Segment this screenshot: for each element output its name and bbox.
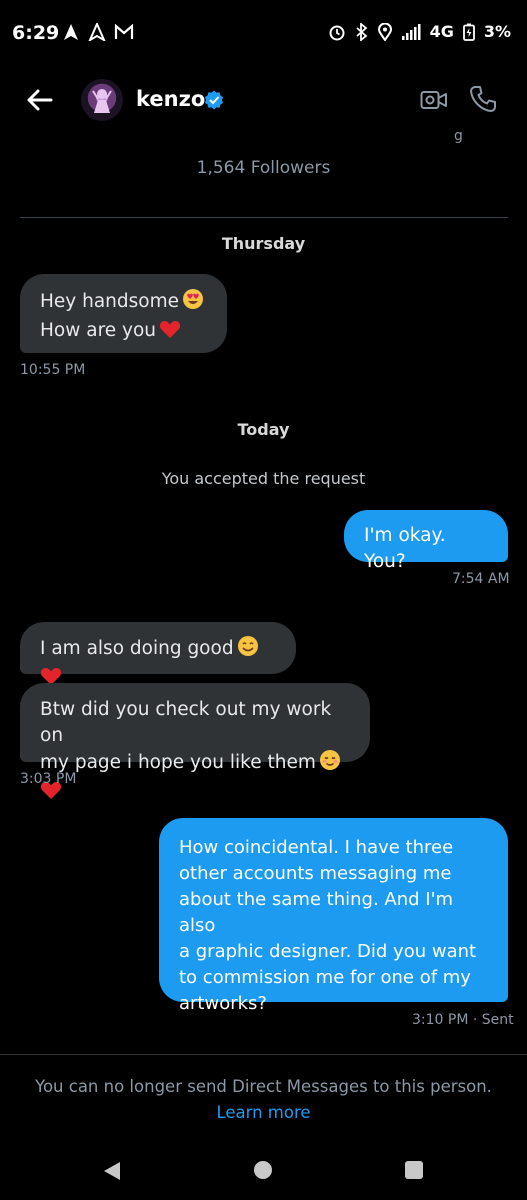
relieved-face-emoji-icon (319, 749, 341, 779)
message-text: I'm okay. You? (364, 525, 446, 572)
message-timestamp-sent: 3:10 PM · Sent (412, 1012, 514, 1028)
message-line: to commission me for one of my (179, 967, 471, 988)
status-right-icons: 4G 3% (328, 22, 511, 41)
message-line: How are you (40, 318, 207, 347)
bluetooth-icon (355, 22, 367, 41)
message-timestamp: 3:03 PM (20, 771, 77, 787)
navigation-arrow-icon (64, 24, 78, 40)
nav-home-icon[interactable] (254, 1161, 272, 1179)
nav-recents-icon[interactable] (405, 1161, 423, 1179)
message-timestamp: 10:55 PM (20, 362, 86, 378)
message-line: other accounts messaging me (179, 863, 452, 884)
location-icon (377, 22, 392, 41)
status-left-icons (62, 23, 134, 41)
avatar[interactable] (81, 79, 123, 121)
incoming-message[interactable]: I am also doing good (20, 622, 296, 685)
status-time: 6:29 (12, 22, 60, 44)
network-type: 4G (429, 22, 454, 41)
message-line: my page i hope you like them (40, 749, 350, 808)
request-accepted-note: You accepted the request (161, 469, 366, 488)
message-text: Hey handsome (40, 291, 180, 312)
date-separator-today: Today (237, 420, 290, 439)
truncated-text-fragment: g (454, 128, 463, 144)
smiling-face-emoji-icon (237, 635, 259, 665)
signal-icon (401, 23, 421, 40)
alarm-icon (329, 25, 345, 40)
message-text: my page i hope you like them (40, 752, 316, 773)
contact-name[interactable]: kenzo (136, 87, 205, 111)
battery-level: 3% (483, 22, 511, 41)
outgoing-message[interactable]: I'm okay. You? (344, 510, 508, 572)
followers-count: 1,564 Followers (196, 158, 331, 178)
learn-more-link[interactable]: Learn more (216, 1103, 310, 1122)
incoming-message[interactable]: Hey handsome How are you (20, 274, 227, 353)
navigation-arrow-outline-icon (88, 23, 106, 41)
message-line: Hey handsome (40, 288, 207, 318)
profile-divider (20, 217, 508, 218)
footer-divider (0, 1054, 527, 1055)
message-line: a graphic designer. Did you want (179, 941, 477, 962)
conversation-header: kenzo (0, 66, 527, 136)
message-text: How are you (40, 320, 157, 341)
message-line: Btw did you check out my work on (40, 699, 332, 746)
message-timestamp: 7:54 AM (452, 571, 510, 587)
message-line: about the same thing. And I'm also (179, 889, 454, 936)
verified-badge-icon (204, 90, 224, 110)
date-separator-thursday: Thursday (221, 234, 306, 253)
heart-eyes-emoji-icon (182, 288, 204, 318)
phone-call-icon[interactable] (468, 84, 498, 114)
gmail-icon (114, 24, 134, 39)
red-heart-emoji-icon (159, 319, 181, 347)
message-line: How coincidental. I have three (179, 837, 454, 858)
dm-disabled-notice: You can no longer send Direct Messages t… (18, 1074, 509, 1126)
avatar-figure-icon (92, 89, 112, 113)
video-call-icon[interactable] (420, 88, 448, 112)
outgoing-message[interactable]: How coincidental. I have three other acc… (159, 818, 508, 1014)
nav-back-icon[interactable] (101, 1160, 123, 1182)
battery-icon (462, 23, 475, 41)
back-arrow-icon[interactable] (24, 84, 56, 116)
status-bar: 6:29 4G 3% (0, 0, 527, 66)
message-text: I am also doing good (40, 638, 234, 659)
incoming-message[interactable]: Btw did you check out my work on my page… (20, 683, 370, 799)
system-navigation-bar (0, 1140, 527, 1200)
dm-notice-text: You can no longer send Direct Messages t… (35, 1077, 492, 1096)
